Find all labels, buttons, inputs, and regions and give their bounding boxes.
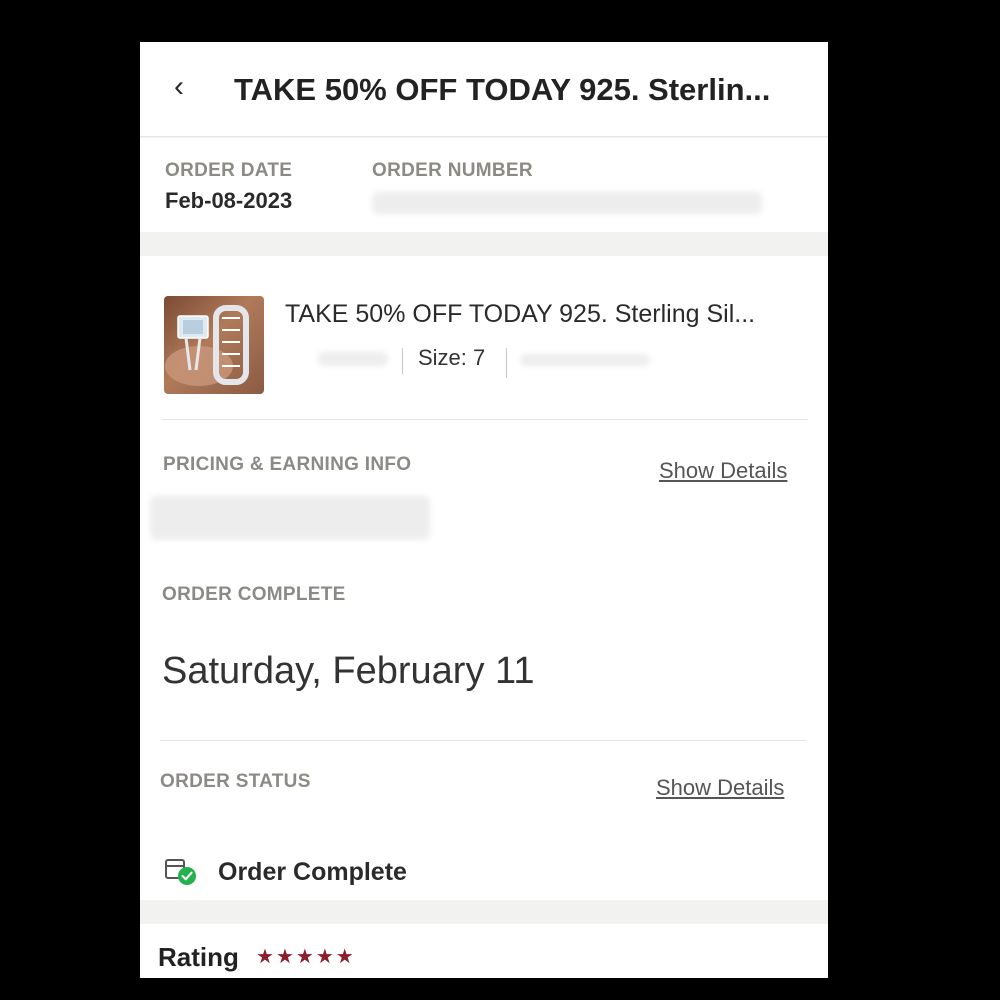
- product-thumbnail[interactable]: [164, 296, 264, 394]
- pricing-redacted: [150, 496, 430, 540]
- order-date-value: Feb-08-2023: [165, 188, 293, 213]
- order-status-text: Order Complete: [218, 858, 407, 886]
- package-check-icon: [165, 859, 196, 885]
- pricing-label: PRICING & EARNING INFO: [163, 454, 412, 475]
- ring-image-icon: [165, 305, 249, 386]
- order-info-section: ORDER DATE Feb-08-2023 ORDER NUMBER: [140, 138, 828, 232]
- order-number-redacted: [372, 192, 762, 214]
- pricing-show-details-link[interactable]: Show Details: [659, 458, 787, 484]
- star-icon: ★: [295, 946, 316, 968]
- page-title: TAKE 50% OFF TODAY 925. Sterlin...: [234, 72, 771, 107]
- header-bar: ‹ TAKE 50% OFF TODAY 925. Sterlin...: [140, 42, 828, 137]
- order-date-label: ORDER DATE: [165, 160, 293, 181]
- divider: [506, 348, 507, 378]
- variant-redacted: [520, 354, 650, 366]
- order-details-screen: ‹ TAKE 50% OFF TODAY 925. Sterlin... ORD…: [140, 42, 828, 978]
- rating-section: Rating ★★★★★: [140, 924, 828, 978]
- order-number-label: ORDER NUMBER: [372, 160, 533, 181]
- divider: [160, 740, 806, 741]
- star-icon: ★: [335, 946, 356, 968]
- completion-date: Saturday, February 11: [162, 650, 535, 692]
- divider: [162, 419, 808, 420]
- order-status-label: ORDER STATUS: [160, 771, 311, 792]
- rating-stars: ★★★★★: [256, 944, 356, 969]
- star-icon: ★: [315, 946, 336, 968]
- rating-label: Rating: [158, 942, 239, 972]
- order-complete-section: ORDER COMPLETE Saturday, February 11 ORD…: [140, 564, 828, 900]
- order-complete-label: ORDER COMPLETE: [162, 584, 346, 605]
- star-icon: ★: [256, 946, 276, 968]
- variant-redacted: [318, 352, 388, 366]
- product-size: Size: 7: [418, 345, 486, 370]
- chevron-left-icon[interactable]: ‹: [174, 70, 184, 104]
- product-title: TAKE 50% OFF TODAY 925. Sterling Sil...: [285, 300, 756, 328]
- status-show-details-link[interactable]: Show Details: [656, 775, 784, 801]
- divider: [402, 348, 403, 374]
- star-icon: ★: [275, 946, 296, 968]
